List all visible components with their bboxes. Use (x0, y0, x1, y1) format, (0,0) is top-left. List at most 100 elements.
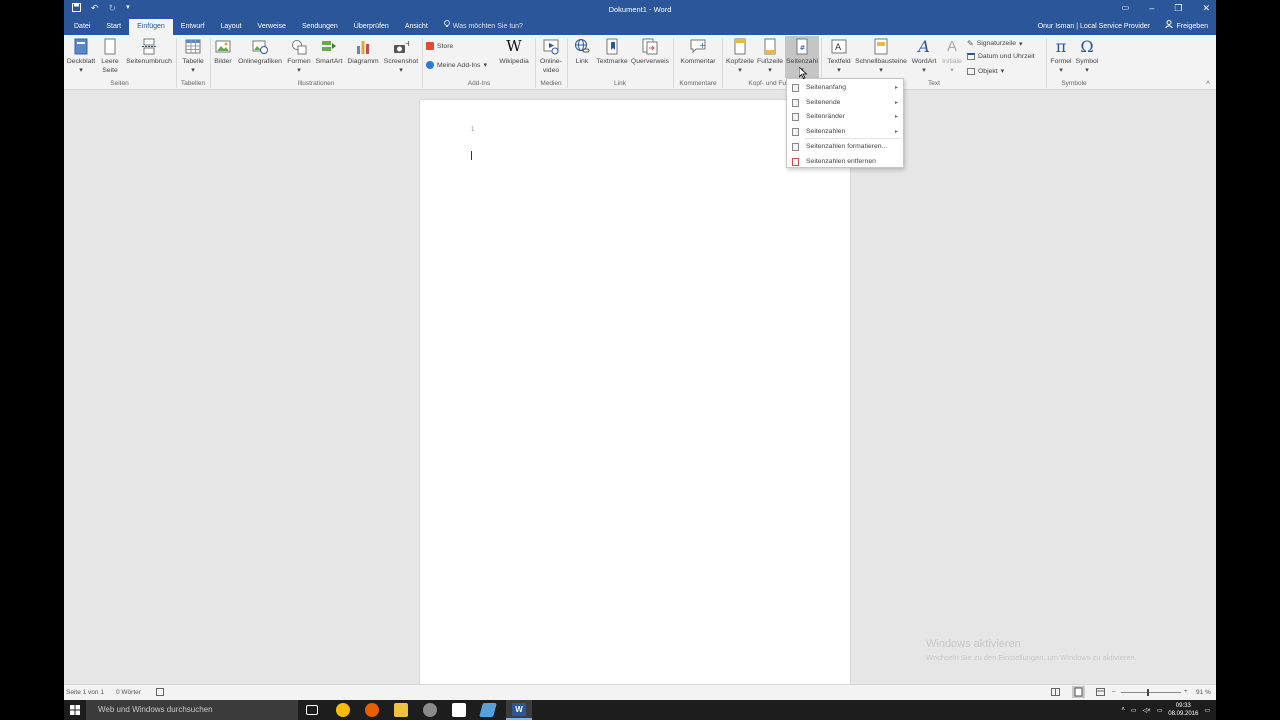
menu-item-seitenende[interactable]: Seitenende ▸ (787, 96, 903, 110)
smartart-icon (321, 38, 337, 55)
taskbar-search[interactable]: Web und Windows durchsuchen (86, 700, 298, 720)
page-number-icon (792, 98, 799, 107)
smartart-button[interactable]: SmartArt (314, 38, 344, 66)
tab-verweise[interactable]: Verweise (250, 19, 294, 35)
proofing-icon[interactable] (156, 688, 164, 698)
tab-ansicht[interactable]: Ansicht (397, 19, 436, 35)
menu-item-seitenzahlen-entfernen[interactable]: Seitenzahlen entfernen (787, 155, 903, 169)
word-taskbar-button[interactable]: W (506, 700, 532, 720)
tab-layout[interactable]: Layout (213, 19, 250, 35)
dropdown-arrow-icon: ▾ (1019, 40, 1023, 48)
zoom-slider[interactable] (1121, 689, 1181, 696)
restore-button[interactable]: ❐ (1174, 3, 1182, 14)
textfeld-button[interactable]: A Textfeld ▾ (824, 38, 854, 75)
wordart-button[interactable]: A WordArt ▾ (909, 38, 939, 75)
volume-icon[interactable]: ◁× (1143, 707, 1151, 714)
page-count[interactable]: Seite 1 von 1 (66, 689, 104, 696)
menu-item-label: Seitenzahlen formatieren... (806, 143, 888, 150)
app-icon[interactable] (479, 703, 497, 717)
notifications-icon[interactable]: ▭ (1204, 707, 1210, 714)
menu-item-seitenanfang[interactable]: Seitenanfang ▸ (787, 81, 903, 95)
meine-addins-label: Meine Add-Ins (437, 61, 481, 69)
menu-item-seitenränder[interactable]: Seitenränder ▸ (787, 110, 903, 124)
schnellbausteine-button[interactable]: Schnellbausteine ▾ (854, 38, 908, 75)
store-icon[interactable] (452, 703, 466, 717)
print-layout-icon[interactable] (1072, 686, 1085, 698)
zoom-level[interactable]: 91 % (1196, 689, 1211, 696)
zoom-out-button[interactable]: – (1112, 688, 1116, 695)
datum-uhrzeit-button[interactable]: Datum und Uhrzeit (967, 53, 1035, 60)
minimize-button[interactable]: – (1149, 3, 1154, 14)
chrome-icon[interactable] (336, 703, 350, 717)
signaturzeile-button[interactable]: ✎ Signaturzeile ▾ (967, 39, 1022, 48)
onlinevideo-button[interactable]: Online- video (537, 38, 565, 75)
link-button[interactable]: Link (570, 38, 594, 66)
group-separator (422, 38, 423, 88)
ribbon-display-icon[interactable]: ▭ (1122, 3, 1130, 14)
seitenumbruch-button[interactable]: Seitenumbruch (123, 38, 175, 66)
document-page[interactable]: 1 (419, 99, 851, 685)
zoom-in-button[interactable]: + (1184, 688, 1188, 695)
table-icon (185, 38, 201, 55)
tell-me-box[interactable]: Was möchten Sie tun? (436, 19, 531, 35)
fusszeile-label: Fußzeile (756, 58, 784, 65)
symbol-button[interactable]: Ω Symbol ▾ (1074, 38, 1100, 75)
tab-sendungen[interactable]: Sendungen (294, 19, 346, 35)
menu-item-seitenzahlen-formatieren[interactable]: Seitenzahlen formatieren... (787, 140, 903, 154)
tab--berpr-fen[interactable]: Überprüfen (346, 19, 397, 35)
shapes-icon (291, 38, 307, 55)
task-view-icon[interactable] (306, 705, 318, 715)
wikipedia-button[interactable]: W Wikipedia (496, 38, 532, 66)
footer-icon (762, 38, 778, 55)
zoom-slider-thumb[interactable] (1147, 689, 1149, 696)
tab-entwurf[interactable]: Entwurf (173, 19, 213, 35)
initiale-button[interactable]: A Initiale ▾ (940, 38, 964, 75)
firefox-icon[interactable] (365, 703, 379, 717)
leere-seite-button[interactable]: Leere Seite (98, 38, 122, 75)
menu-item-seitenzahlen[interactable]: Seitenzahlen ▸ (787, 125, 903, 139)
bookmark-icon (604, 38, 620, 55)
deckblatt-button[interactable]: Deckblatt ▾ (66, 38, 96, 75)
web-layout-icon[interactable] (1096, 688, 1105, 698)
user-account[interactable]: Onur Isman | Local Service Provider (1038, 19, 1150, 35)
group-label-link: Link (614, 80, 626, 87)
kopfzeile-button[interactable]: Kopfzeile ▾ (724, 38, 756, 75)
share-label: Freigeben (1176, 23, 1208, 30)
meine-addins-button[interactable]: Meine Add-Ins ▾ (426, 61, 487, 69)
screenshot-button[interactable]: + Screenshot ▾ (382, 38, 420, 75)
dropdown-arrow-icon: ▾ (738, 67, 742, 74)
tab-einf-gen[interactable]: Einfügen (129, 19, 173, 35)
clock[interactable]: 09:33 08.09.2016 (1168, 702, 1198, 718)
page-number-icon: # (794, 38, 810, 55)
tab-datei[interactable]: Datei (66, 19, 98, 35)
diagramm-button[interactable]: Diagramm (346, 38, 380, 66)
close-button[interactable]: ✕ (1202, 3, 1210, 14)
objekt-button[interactable]: Objekt ▾ (967, 67, 1004, 75)
read-mode-icon[interactable] (1051, 688, 1060, 698)
dropdown-arrow-icon: ▾ (1085, 67, 1089, 74)
formel-button[interactable]: π Formel ▾ (1048, 38, 1074, 75)
tab-start[interactable]: Start (98, 19, 129, 35)
onlinegrafiken-button[interactable]: Onlinegrafiken (236, 38, 284, 66)
formen-button[interactable]: Formen ▾ (286, 38, 312, 75)
textmarke-button[interactable]: Textmarke (595, 38, 629, 66)
collapse-ribbon-icon[interactable]: ˄ (1206, 80, 1210, 87)
dropdown-arrow-icon: ▾ (399, 67, 403, 74)
fusszeile-button[interactable]: Fußzeile ▾ (756, 38, 784, 75)
keyboard-icon[interactable]: ▭ (1157, 707, 1163, 714)
store-button[interactable]: Store (426, 42, 453, 50)
kommentar-button[interactable]: + Kommentar (676, 38, 720, 66)
windows-start-icon[interactable] (70, 705, 80, 717)
app-icon[interactable] (423, 703, 437, 717)
chevron-up-icon[interactable]: ˄ (1121, 707, 1125, 713)
network-icon[interactable]: ▭ (1131, 707, 1137, 714)
word-count[interactable]: 0 Wörter (116, 689, 141, 696)
bilder-button[interactable]: Bilder (212, 38, 234, 66)
file-explorer-icon[interactable] (394, 703, 408, 717)
querverweis-button[interactable]: Querverweis (630, 38, 670, 66)
dropdown-arrow-icon: ▾ (297, 67, 301, 74)
tabelle-button[interactable]: Tabelle ▾ (178, 38, 208, 75)
share-button[interactable]: Freigeben (1165, 19, 1208, 35)
menu-item-label: Seitenende (806, 98, 841, 106)
title-bar: ↶ ↻ ▾ Dokument1 - Word ▭ – ❐ ✕ (64, 0, 1216, 19)
